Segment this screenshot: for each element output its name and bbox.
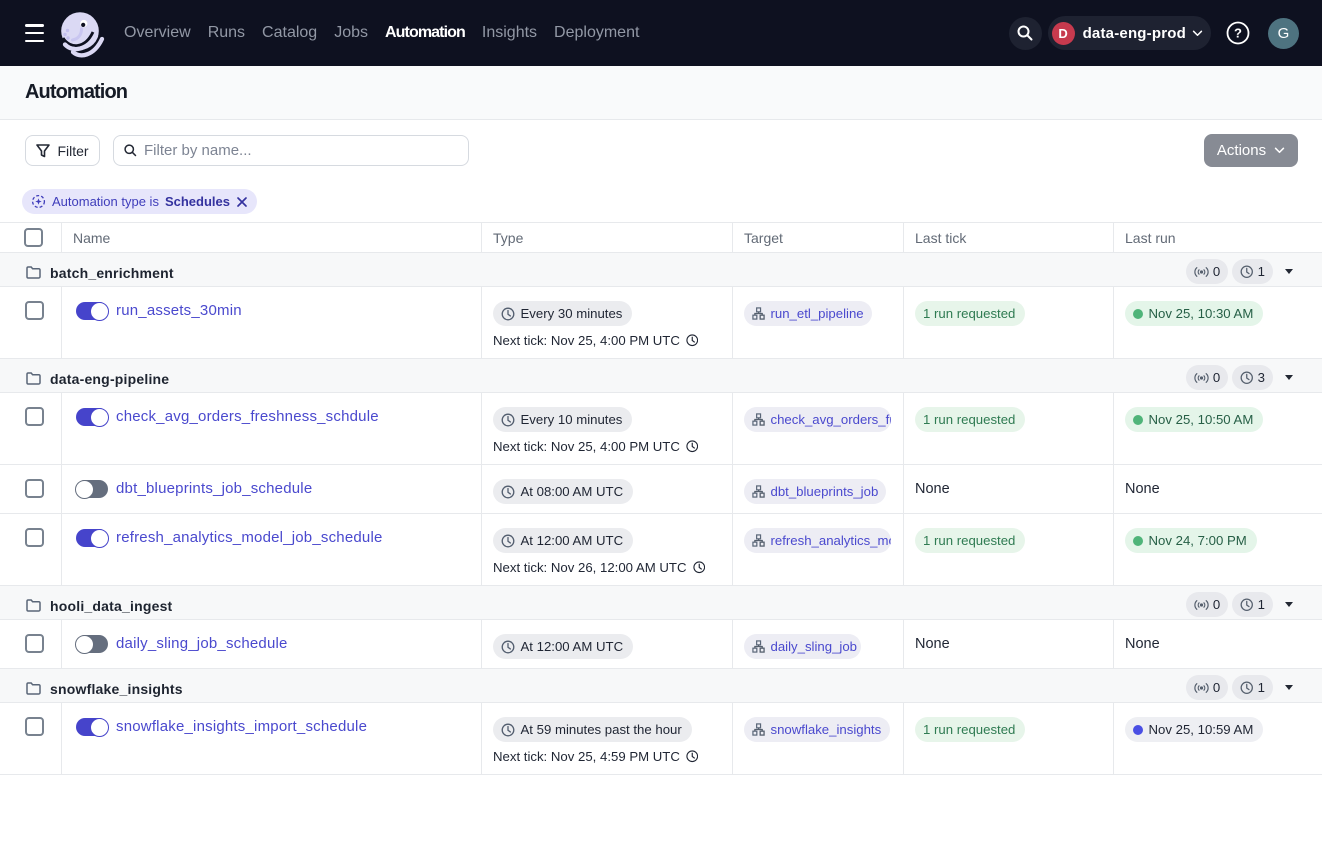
svg-text:?: ? xyxy=(1234,26,1242,41)
